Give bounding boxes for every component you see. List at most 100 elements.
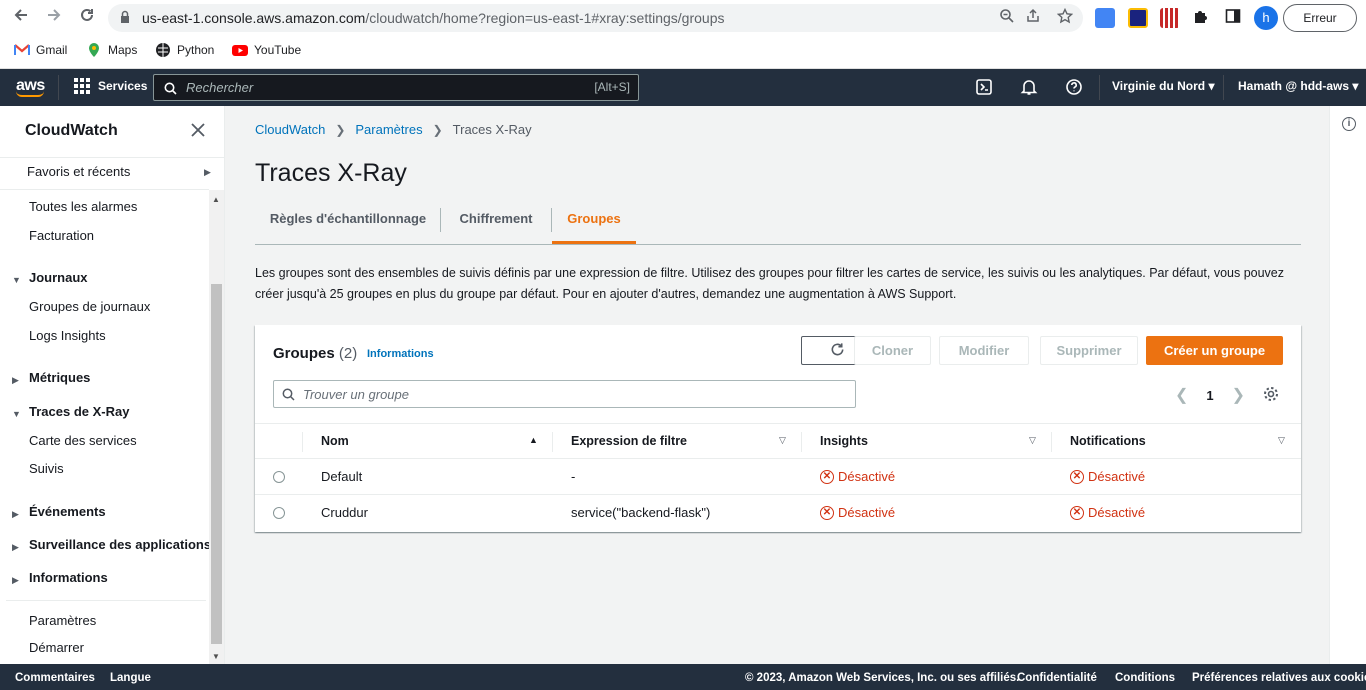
bookmark-gmail[interactable]: Gmail	[14, 42, 67, 58]
caret-right-icon[interactable]: ▶	[204, 167, 211, 178]
copyright-text: © 2023, Amazon Web Services, Inc. ou ses…	[745, 672, 1020, 684]
sidebar-item-traces[interactable]: Suivis	[29, 461, 64, 476]
forward-icon[interactable]	[42, 6, 66, 30]
sidebar-item-metrics[interactable]: Métriques	[29, 370, 90, 385]
sidebar-item-xray[interactable]: Traces de X-Ray	[29, 404, 129, 419]
caret-right-icon[interactable]: ▶	[12, 542, 19, 553]
language-link[interactable]: Langue	[110, 672, 151, 684]
column-header-filter[interactable]: Expression de filtre	[571, 434, 687, 448]
chevron-left-icon[interactable]: ❮	[1175, 385, 1188, 405]
extension-icon[interactable]	[1128, 8, 1148, 28]
aws-logo[interactable]: aws	[16, 77, 45, 97]
sidebar-item-settings[interactable]: Paramètres	[29, 613, 96, 628]
sidebar-item-logs-insights[interactable]: Logs Insights	[29, 328, 106, 343]
clone-button[interactable]: Cloner	[854, 336, 931, 365]
help-icon[interactable]	[1065, 78, 1083, 96]
side-panel-icon[interactable]	[1221, 6, 1245, 30]
sidebar-item-billing[interactable]: Facturation	[29, 228, 94, 243]
column-header-notifications[interactable]: Notifications	[1070, 434, 1146, 448]
tab-groups[interactable]: Groupes	[552, 203, 636, 244]
page-number[interactable]: 1	[1206, 388, 1213, 403]
reload-icon[interactable]	[75, 6, 99, 30]
cookie-preferences-link[interactable]: Préférences relatives aux cookies	[1192, 672, 1366, 684]
profile-avatar[interactable]: h	[1254, 6, 1278, 30]
row-radio[interactable]	[273, 471, 285, 483]
caret-right-icon[interactable]: ▶	[12, 375, 19, 386]
error-button[interactable]: Erreur	[1283, 4, 1357, 32]
row-radio[interactable]	[273, 507, 285, 519]
account-menu[interactable]: Hamath @ hdd-aws ▾	[1238, 79, 1358, 93]
services-menu-button[interactable]: Services	[74, 78, 147, 94]
extension-icon[interactable]	[1160, 8, 1180, 28]
region-selector[interactable]: Virginie du Nord ▾	[1112, 79, 1215, 93]
close-icon[interactable]	[191, 121, 205, 142]
modify-button[interactable]: Modifier	[939, 336, 1029, 365]
bookmark-star-icon[interactable]	[1055, 7, 1075, 28]
info-icon[interactable]: i	[1342, 117, 1356, 131]
notifications-bell-icon[interactable]	[1020, 78, 1038, 96]
caret-down-icon[interactable]: ▼	[12, 409, 21, 419]
caret-down-icon: ▾	[1208, 79, 1215, 93]
gear-icon[interactable]	[1263, 386, 1279, 402]
address-bar[interactable]: us-east-1.console.aws.amazon.com/cloudwa…	[108, 4, 1083, 32]
sidebar: CloudWatch Favoris et récents ▶ Toutes l…	[0, 106, 225, 664]
sidebar-item-insights[interactable]: Informations	[29, 570, 108, 585]
bookmark-python[interactable]: Python	[155, 42, 214, 58]
sidebar-item-alarms[interactable]: Toutes les alarmes	[29, 199, 137, 214]
sidebar-title[interactable]: CloudWatch	[25, 122, 118, 140]
search-icon	[282, 388, 295, 401]
delete-button[interactable]: Supprimer	[1040, 336, 1138, 365]
cell-notifications-status: ✕ Désactivé	[1070, 505, 1145, 520]
extensions-puzzle-icon[interactable]	[1189, 6, 1213, 30]
global-search-input[interactable]: Rechercher [Alt+S]	[153, 74, 639, 101]
sidebar-item-logs[interactable]: Journaux	[29, 270, 88, 285]
sidebar-item-log-groups[interactable]: Groupes de journaux	[29, 299, 150, 314]
create-group-button[interactable]: Créer un groupe	[1146, 336, 1283, 365]
globe-icon	[156, 43, 170, 57]
sidebar-item-getting-started[interactable]: Démarrer	[29, 640, 84, 655]
sort-icon[interactable]: ▽	[1029, 435, 1036, 446]
caret-right-icon[interactable]: ▶	[12, 509, 19, 520]
terms-link[interactable]: Conditions	[1115, 672, 1175, 684]
caret-right-icon[interactable]: ▶	[12, 575, 19, 586]
translate-extension-icon[interactable]	[1095, 8, 1115, 28]
table-header: Nom ▲ Expression de filtre ▽ Insights ▽ …	[255, 423, 1301, 459]
sort-icon[interactable]: ▽	[1278, 435, 1285, 446]
maps-pin-icon	[89, 43, 99, 57]
youtube-icon	[232, 45, 248, 56]
tab-sampling-rules[interactable]: Règles d'échantillonnage	[255, 203, 441, 244]
table-row[interactable]: Cruddur service("backend-flask") ✕ Désact…	[255, 495, 1301, 531]
scroll-down-icon[interactable]: ▼	[212, 652, 220, 661]
table-row[interactable]: Default - ✕ Désactivé ✕ Désactivé	[255, 459, 1301, 495]
back-icon[interactable]	[9, 6, 33, 30]
sort-icon[interactable]: ▽	[779, 435, 786, 446]
page-description: Les groupes sont des ensembles de suivis…	[255, 266, 1285, 301]
column-header-insights[interactable]: Insights	[820, 434, 868, 448]
sort-ascending-icon[interactable]: ▲	[529, 435, 538, 445]
sidebar-item-service-map[interactable]: Carte des services	[29, 433, 137, 448]
scroll-thumb[interactable]	[211, 284, 222, 644]
sidebar-item-favorites[interactable]: Favoris et récents	[27, 164, 130, 179]
group-search-input[interactable]: Trouver un groupe	[273, 380, 856, 408]
breadcrumb-settings[interactable]: Paramètres	[355, 122, 422, 137]
sidebar-item-events[interactable]: Événements	[29, 504, 106, 519]
scroll-up-icon[interactable]: ▲	[212, 195, 220, 204]
share-icon[interactable]	[1023, 8, 1043, 28]
sidebar-scrollbar[interactable]: ▲ ▼	[209, 190, 224, 664]
tab-encryption[interactable]: Chiffrement	[441, 203, 551, 244]
bookmark-maps[interactable]: Maps	[86, 42, 137, 58]
caret-down-icon: ▾	[1352, 79, 1359, 93]
cloudshell-icon[interactable]	[975, 78, 993, 96]
zoom-icon[interactable]	[997, 8, 1017, 28]
cell-filter: service("backend-flask")	[571, 505, 711, 520]
feedback-link[interactable]: Commentaires	[15, 672, 95, 684]
privacy-link[interactable]: Confidentialité	[1017, 672, 1097, 684]
info-link[interactable]: Informations	[367, 348, 434, 360]
tab-bar: Règles d'échantillonnage Chiffrement Gro…	[255, 203, 1301, 245]
column-header-name[interactable]: Nom	[321, 434, 349, 448]
breadcrumb-cloudwatch[interactable]: CloudWatch	[255, 122, 325, 137]
chevron-right-icon[interactable]: ❯	[1232, 385, 1245, 405]
bookmark-youtube[interactable]: YouTube	[232, 42, 301, 58]
caret-down-icon[interactable]: ▼	[12, 275, 21, 285]
sidebar-item-app-monitoring[interactable]: Surveillance des applications	[29, 537, 211, 552]
